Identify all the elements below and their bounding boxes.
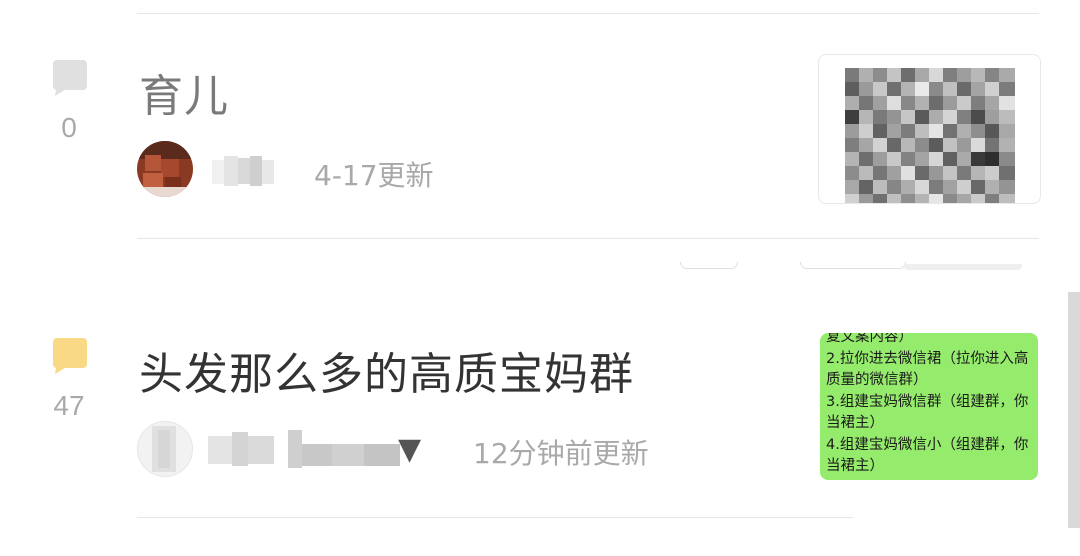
thumbnail-text-line: 2.拉你进去微信裙（拉你进入高 xyxy=(826,350,1029,367)
item-title[interactable]: 头发那么多的高质宝妈群 xyxy=(139,338,634,402)
item-thumbnail[interactable] xyxy=(818,54,1041,204)
thumbnail-text-line: 4.组建宝妈微信小（组建群，你 xyxy=(826,436,1029,453)
divider xyxy=(137,238,1039,239)
divider xyxy=(137,517,853,518)
thumbnail-image-blurred xyxy=(845,68,1015,203)
chevron-down-icon[interactable]: ▼ xyxy=(398,430,421,470)
update-time: 4-17更新 xyxy=(314,159,434,192)
thumbnail-text-line: 3.组建宝妈微信群（组建群，你 xyxy=(826,393,1029,410)
divider xyxy=(137,13,1039,14)
avatar[interactable] xyxy=(137,141,193,197)
comment-count: 0 xyxy=(61,112,77,143)
item-thumbnail[interactable]: 复文案内容） 2.拉你进去微信裙（拉你进入高 质量的微信群） 3.组建宝妈微信群… xyxy=(820,333,1038,480)
username-blurred[interactable] xyxy=(212,154,274,188)
thumbnail-text-line: 复文案内容） xyxy=(826,333,913,345)
partial-bar xyxy=(904,264,1022,270)
comment-bubble-icon xyxy=(53,338,87,374)
partial-button-outline xyxy=(800,262,906,269)
thumbnail-text-line: 当裙主） xyxy=(826,458,884,474)
partial-button-outline xyxy=(680,262,738,269)
comment-bubble-icon xyxy=(53,60,87,96)
thumbnail-text-line: 质量的微信群） xyxy=(826,372,928,388)
avatar[interactable] xyxy=(137,421,193,477)
username-blurred[interactable] xyxy=(208,430,400,470)
comment-count: 47 xyxy=(53,390,85,421)
feed-page: 0 育儿 4-17更新 47 头发那么多的高质宝妈群 ▼ 12分钟前更新 复文案… xyxy=(0,0,1080,556)
item-title[interactable]: 育儿 xyxy=(139,60,229,124)
scrollbar[interactable] xyxy=(1068,292,1080,528)
update-time: 12分钟前更新 xyxy=(473,437,649,470)
thumbnail-text-line: 当裙主） xyxy=(826,415,884,431)
